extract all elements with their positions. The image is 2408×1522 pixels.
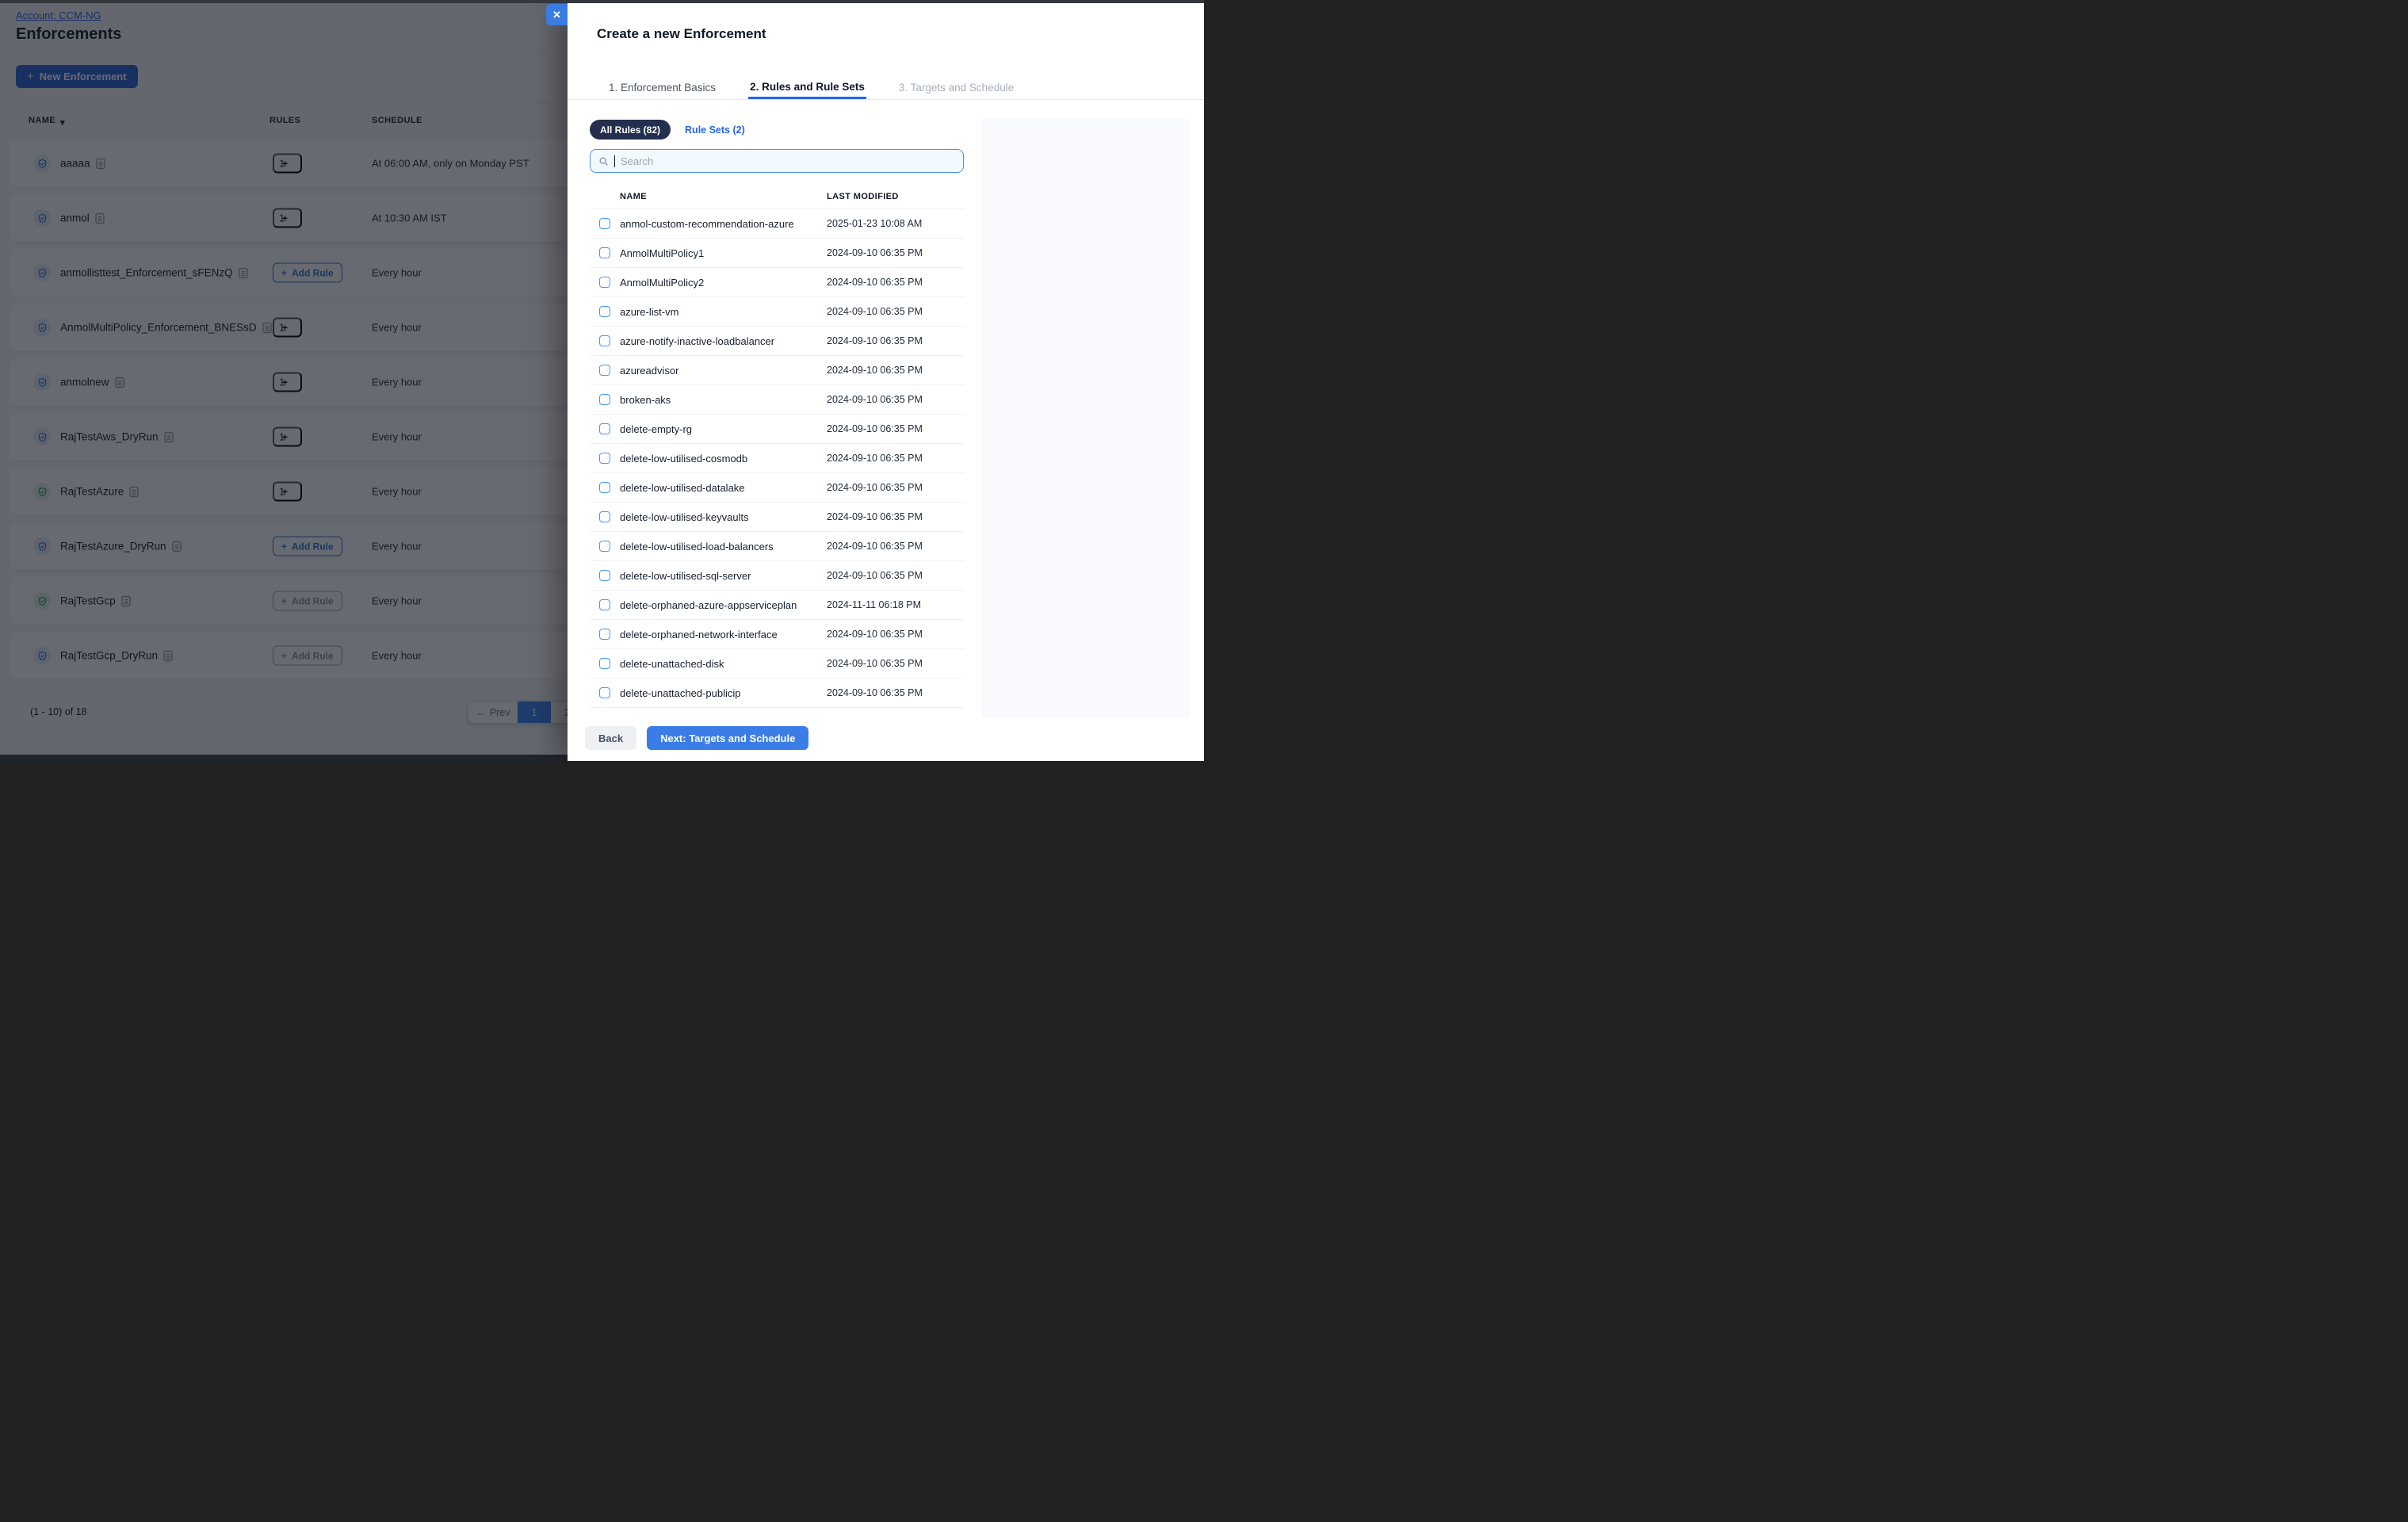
rule-checkbox[interactable] xyxy=(599,453,610,464)
rule-checkbox[interactable] xyxy=(599,335,610,346)
rule-last-modified: 2024-09-10 06:35 PM xyxy=(827,335,923,346)
top-bar xyxy=(0,0,1204,3)
rule-checkbox[interactable] xyxy=(599,365,610,376)
rule-last-modified: 2024-09-10 06:35 PM xyxy=(827,482,923,493)
rule-row[interactable]: delete-orphaned-network-interface 2024-0… xyxy=(590,620,964,649)
rule-last-modified: 2024-09-10 06:35 PM xyxy=(827,423,923,434)
rule-row[interactable]: anmol-custom-recommendation-azure 2025-0… xyxy=(590,209,964,239)
rule-last-modified: 2024-09-10 06:35 PM xyxy=(827,658,923,669)
rule-last-modified: 2024-09-10 06:35 PM xyxy=(827,365,923,376)
rule-row[interactable]: AnmolMultiPolicy2 2024-09-10 06:35 PM xyxy=(590,268,964,297)
back-button[interactable]: Back xyxy=(585,726,636,750)
rule-name: anmol-custom-recommendation-azure xyxy=(620,218,794,230)
column-header-last-modified: LAST MODIFIED xyxy=(827,192,899,201)
rule-last-modified: 2024-09-10 06:35 PM xyxy=(827,541,923,552)
rule-row[interactable]: delete-low-utilised-datalake 2024-09-10 … xyxy=(590,473,964,503)
rule-name: delete-unattached-disk xyxy=(620,658,724,670)
rule-checkbox[interactable] xyxy=(599,482,610,493)
divider xyxy=(568,99,1204,100)
rule-checkbox[interactable] xyxy=(599,511,610,522)
rule-name: azure-notify-inactive-loadbalancer xyxy=(620,335,774,347)
rule-name: delete-orphaned-azure-appserviceplan xyxy=(620,599,797,611)
rules-table-header: NAME LAST MODIFIED xyxy=(590,184,964,209)
close-icon: ✕ xyxy=(552,9,561,21)
rule-last-modified: 2024-09-10 06:35 PM xyxy=(827,570,923,581)
rule-row[interactable]: delete-low-utilised-load-balancers 2024-… xyxy=(590,532,964,561)
rule-last-modified: 2024-09-10 06:35 PM xyxy=(827,277,923,288)
rule-row[interactable]: delete-low-utilised-keyvaults 2024-09-10… xyxy=(590,503,964,532)
rule-row[interactable]: AnmolMultiPolicy1 2024-09-10 06:35 PM xyxy=(590,239,964,268)
rule-name: broken-aks xyxy=(620,394,671,406)
rule-row[interactable]: delete-unattached-publicip 2024-09-10 06… xyxy=(590,679,964,708)
rule-last-modified: 2024-11-11 06:18 PM xyxy=(827,599,921,610)
step-enforcement-basics[interactable]: 1. Enforcement Basics xyxy=(607,76,717,99)
create-enforcement-drawer: ✕ Create a new Enforcement 1. Enforcemen… xyxy=(568,3,1204,761)
rule-row[interactable]: azure-notify-inactive-loadbalancer 2024-… xyxy=(590,327,964,356)
rule-name: AnmolMultiPolicy2 xyxy=(620,277,704,289)
rule-row[interactable]: delete-unattached-disk 2024-09-10 06:35 … xyxy=(590,649,964,679)
rule-row[interactable]: azureadvisor 2024-09-10 06:35 PM xyxy=(590,356,964,385)
screen: Account: CCM-NG Enforcements + New Enfor… xyxy=(0,0,1204,761)
rule-checkbox[interactable] xyxy=(599,629,610,640)
rule-checkbox[interactable] xyxy=(599,277,610,288)
rule-checkbox[interactable] xyxy=(599,687,610,698)
rule-name: delete-low-utilised-sql-server xyxy=(620,570,751,582)
drawer-footer: Back Next: Targets and Schedule xyxy=(585,726,808,750)
rule-name: delete-low-utilised-datalake xyxy=(620,482,745,494)
rule-row[interactable]: azure-list-vm 2024-09-10 06:35 PM xyxy=(590,297,964,327)
search-icon xyxy=(598,156,609,166)
column-header-name: NAME xyxy=(620,192,647,201)
rule-name: delete-unattached-publicip xyxy=(620,687,741,699)
wizard-steps: 1. Enforcement Basics 2. Rules and Rule … xyxy=(607,76,1015,99)
rule-row[interactable]: delete-low-utilised-cosmodb 2024-09-10 0… xyxy=(590,444,964,473)
rule-row[interactable]: delete-low-utilised-sql-server 2024-09-1… xyxy=(590,561,964,591)
rule-filters: All Rules (82) Rule Sets (2) xyxy=(590,120,745,140)
rule-last-modified: 2024-09-10 06:35 PM xyxy=(827,247,923,258)
rule-checkbox[interactable] xyxy=(599,218,610,229)
search-input[interactable] xyxy=(621,155,955,167)
rule-last-modified: 2024-09-10 06:35 PM xyxy=(827,306,923,317)
close-button[interactable]: ✕ xyxy=(546,4,568,25)
rule-last-modified: 2024-09-10 06:35 PM xyxy=(827,629,923,640)
rule-name: delete-low-utilised-keyvaults xyxy=(620,511,749,523)
all-rules-tab[interactable]: All Rules (82) xyxy=(590,120,671,140)
rule-last-modified: 2024-09-10 06:35 PM xyxy=(827,394,923,405)
rule-checkbox[interactable] xyxy=(599,247,610,258)
rule-name: delete-low-utilised-load-balancers xyxy=(620,541,774,553)
rule-checkbox[interactable] xyxy=(599,423,610,434)
rules-table: NAME LAST MODIFIED anmol-custom-recommen… xyxy=(590,184,964,708)
rule-checkbox[interactable] xyxy=(599,541,610,552)
rule-checkbox[interactable] xyxy=(599,394,610,405)
rules-table-body: anmol-custom-recommendation-azure 2025-0… xyxy=(590,209,964,708)
rule-search[interactable] xyxy=(590,149,964,173)
rule-checkbox[interactable] xyxy=(599,658,610,669)
rule-row[interactable]: broken-aks 2024-09-10 06:35 PM xyxy=(590,385,964,415)
step-rules-and-rule-sets[interactable]: 2. Rules and Rule Sets xyxy=(748,76,866,99)
rule-sets-tab[interactable]: Rule Sets (2) xyxy=(685,124,745,136)
rule-checkbox[interactable] xyxy=(599,570,610,581)
drawer-title: Create a new Enforcement xyxy=(597,26,766,42)
rule-row[interactable]: delete-empty-rg 2024-09-10 06:35 PM xyxy=(590,415,964,444)
rule-row[interactable]: delete-orphaned-azure-appserviceplan 202… xyxy=(590,591,964,620)
rule-name: delete-low-utilised-cosmodb xyxy=(620,453,747,465)
next-button[interactable]: Next: Targets and Schedule xyxy=(647,726,808,750)
rule-name: AnmolMultiPolicy1 xyxy=(620,247,704,259)
rule-checkbox[interactable] xyxy=(599,599,610,610)
rule-last-modified: 2025-01-23 10:08 AM xyxy=(827,218,922,229)
selected-rules-panel xyxy=(981,119,1190,717)
rule-checkbox[interactable] xyxy=(599,306,610,317)
text-cursor xyxy=(614,155,615,167)
rule-last-modified: 2024-09-10 06:35 PM xyxy=(827,453,923,464)
rule-name: delete-empty-rg xyxy=(620,423,692,435)
rule-last-modified: 2024-09-10 06:35 PM xyxy=(827,511,923,522)
rule-name: azureadvisor xyxy=(620,365,678,377)
step-targets-and-schedule: 3. Targets and Schedule xyxy=(897,76,1015,99)
rule-name: delete-orphaned-network-interface xyxy=(620,629,778,641)
rule-name: azure-list-vm xyxy=(620,306,678,318)
rule-last-modified: 2024-09-10 06:35 PM xyxy=(827,687,923,698)
